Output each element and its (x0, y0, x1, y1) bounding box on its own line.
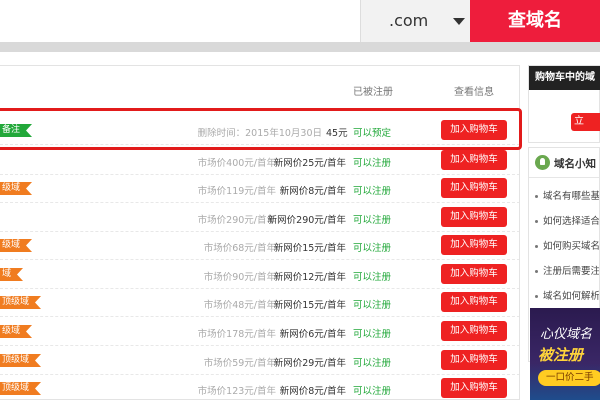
status-text: 可以注册 (353, 329, 392, 340)
xinnet-price: 新网价8元/首年 (279, 386, 346, 397)
xinnet-price: 新网价25元/首年 (273, 158, 346, 169)
tip-link-label: 注册后需要注 (543, 266, 600, 277)
highlight-annotation-box (0, 108, 522, 150)
market-price: 市场价59元/首年 (203, 358, 276, 369)
cart-widget: 购物车中的域 立 (528, 65, 600, 143)
status-text: 可以注册 (353, 272, 392, 283)
chevron-down-icon (453, 18, 465, 25)
domain-type-tag: 级域 (0, 182, 32, 195)
domain-suffix-value: .com (389, 11, 429, 30)
bullet-icon (535, 195, 538, 198)
domain-row: 级域 市场价68元/首年 新网价15元/首年 可以注册 加入购物车 (0, 231, 519, 260)
add-to-cart-button[interactable]: 加入购物车 (441, 178, 507, 198)
column-header-registered: 已被注册 (353, 87, 393, 98)
add-to-cart-button[interactable]: 加入购物车 (441, 350, 507, 370)
domain-type-tag: 顶级域 (0, 354, 41, 367)
tip-link-label: 如何选择适合 (543, 216, 600, 227)
domain-type-tag: 顶级域 (0, 382, 41, 395)
add-to-cart-button[interactable]: 加入购物车 (441, 321, 507, 341)
domain-type-tag: 域 (0, 268, 23, 281)
add-to-cart-button[interactable]: 加入购物车 (441, 207, 507, 227)
tip-link-label: 域名如何解析 (543, 291, 600, 302)
topbar-divider (0, 42, 600, 52)
tip-link[interactable]: 注册后需要注 (535, 263, 600, 277)
lightbulb-icon (535, 155, 550, 170)
domain-row: 域 市场价90元/首年 新网价12元/首年 可以注册 加入购物车 (0, 260, 519, 289)
tips-title: 域名小知 (554, 158, 596, 170)
add-to-cart-button[interactable]: 加入购物车 (441, 378, 507, 398)
column-header-info: 查看信息 (454, 87, 494, 98)
domain-row: 级域 市场价119元/首年 新网价8元/首年 可以注册 加入购物车 (0, 174, 519, 203)
divider (529, 177, 599, 178)
add-to-cart-button[interactable]: 加入购物车 (441, 292, 507, 312)
add-to-cart-button[interactable]: 加入购物车 (441, 150, 507, 170)
market-price: 市场价68元/首年 (203, 243, 276, 254)
domain-search-input[interactable] (0, 0, 360, 42)
status-text: 可以注册 (353, 386, 392, 397)
market-price: 市场价290元/首年 (197, 215, 276, 226)
xinnet-price: 新网价6元/首年 (279, 329, 346, 340)
domain-row: 顶级域 市场价59元/首年 新网价29元/首年 可以注册 加入购物车 (0, 346, 519, 375)
add-to-cart-button[interactable]: 加入购物车 (441, 235, 507, 255)
xinnet-price: 新网价290元/首年 (267, 215, 346, 226)
status-text: 可以注册 (353, 358, 392, 369)
xinnet-price: 新网价15元/首年 (273, 243, 346, 254)
xinnet-price: 新网价29元/首年 (273, 358, 346, 369)
domain-suffix-select[interactable]: .com (360, 0, 470, 42)
search-bar: .com 查域名 (0, 0, 600, 52)
search-domain-button[interactable]: 查域名 (470, 0, 600, 42)
market-price: 市场价119元/首年 (197, 186, 276, 197)
tip-link[interactable]: 域名有哪些基 (535, 188, 600, 202)
status-text: 可以注册 (353, 158, 392, 169)
status-text: 可以注册 (353, 300, 392, 311)
status-text: 可以注册 (353, 186, 392, 197)
promo-banner[interactable]: 心仪域名 被注册 一口价二手 (530, 308, 600, 400)
market-price: 市场价178元/首年 (197, 329, 276, 340)
domain-row: 市场价400元/首年 新网价25元/首年 可以注册 加入购物车 (0, 146, 519, 175)
results-header: 已被注册 查看信息 (0, 66, 519, 111)
tip-link[interactable]: 如何选择适合 (535, 213, 600, 227)
bullet-icon (535, 295, 538, 298)
domain-row: 顶级域 市场价48元/首年 新网价15元/首年 可以注册 加入购物车 (0, 288, 519, 317)
bullet-icon (535, 245, 538, 248)
xinnet-price: 新网价12元/首年 (273, 272, 346, 283)
market-price: 市场价123元/首年 (197, 386, 276, 397)
status-text: 可以注册 (353, 215, 392, 226)
market-price: 市场价48元/首年 (203, 300, 276, 311)
bullet-icon (535, 270, 538, 273)
market-price: 市场价90元/首年 (203, 272, 276, 283)
cart-widget-title: 购物车中的域 (529, 66, 600, 90)
domain-type-tag: 级域 (0, 239, 32, 252)
banner-line-2: 被注册 (538, 346, 584, 364)
domain-type-tag: 顶级域 (0, 296, 41, 309)
domain-type-tag: 级域 (0, 325, 32, 338)
domain-row: 级域 市场价178元/首年 新网价6元/首年 可以注册 加入购物车 (0, 317, 519, 346)
market-price: 市场价400元/首年 (197, 158, 276, 169)
status-text: 可以注册 (353, 243, 392, 254)
right-sidebar: 购物车中的域 立 域名小知 域名有哪些基 如何选择适合 如何购买域名 注册后需要… (528, 65, 600, 400)
domain-row: 市场价290元/首年 新网价290元/首年 可以注册 加入购物车 (0, 203, 519, 232)
domain-row: 顶级域 市场价123元/首年 新网价8元/首年 可以注册 加入购物车 (0, 374, 519, 399)
tip-link[interactable]: 如何购买域名 (535, 238, 600, 252)
tip-link[interactable]: 域名如何解析 (535, 288, 600, 302)
tip-link-label: 如何购买域名 (543, 241, 600, 252)
bullet-icon (535, 220, 538, 223)
xinnet-price: 新网价15元/首年 (273, 300, 346, 311)
banner-line-1: 心仪域名 (540, 327, 593, 342)
add-to-cart-button[interactable]: 加入购物车 (441, 264, 507, 284)
checkout-button[interactable]: 立 (571, 113, 600, 131)
tip-link-label: 域名有哪些基 (543, 191, 600, 202)
banner-line-3: 一口价二手 (538, 370, 600, 386)
xinnet-price: 新网价8元/首年 (279, 186, 346, 197)
